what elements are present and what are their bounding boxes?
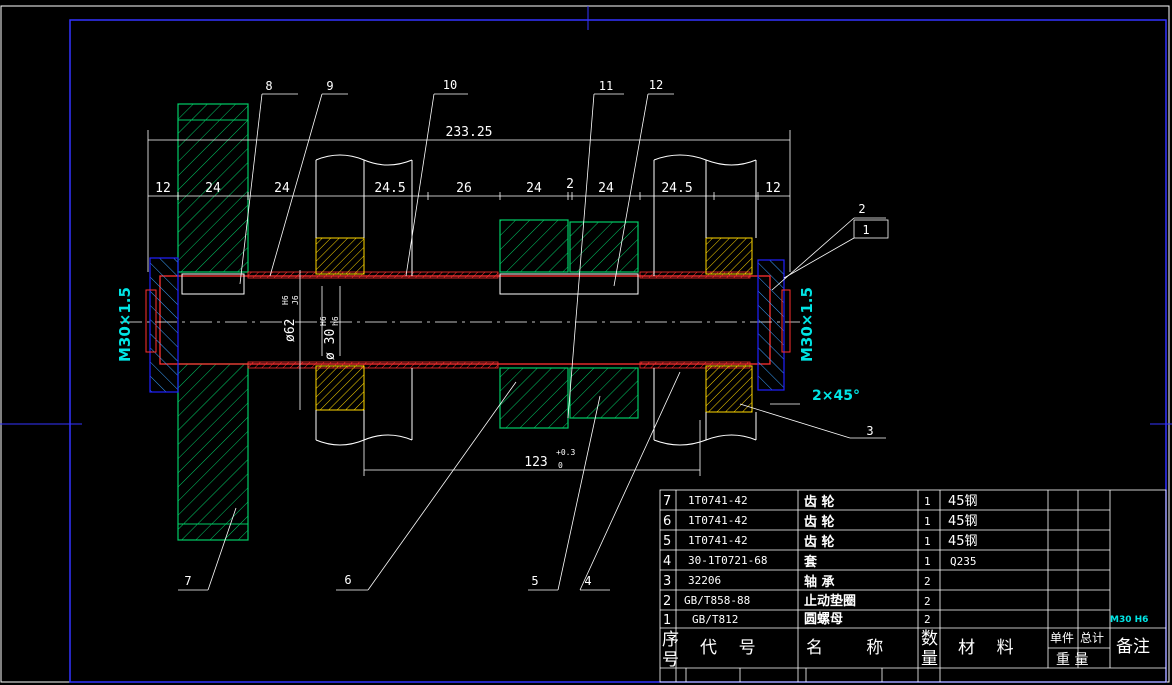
bom-row-qty: 2 bbox=[924, 575, 931, 588]
bom-row-code: 32206 bbox=[688, 574, 721, 587]
bom-row-code: 1T0741-42 bbox=[688, 514, 748, 527]
bom-row: 2 GB/T858-88 止动垫圈 2 bbox=[663, 593, 931, 609]
bom-header-no: 序 bbox=[662, 630, 679, 650]
balloon-7: 7 bbox=[184, 574, 191, 588]
bom-header-total: 总计 bbox=[1080, 631, 1104, 645]
dim-overall: 233.25 bbox=[446, 125, 493, 140]
key-12 bbox=[499, 273, 639, 295]
bom-header-material: 材 料 bbox=[958, 638, 1014, 658]
balloon-10: 10 bbox=[443, 78, 457, 92]
bom-row-name: 齿 轮 bbox=[804, 494, 835, 510]
dim-dia30-fit-bottom: h6 bbox=[331, 316, 340, 326]
dim-tol-lower: 0 bbox=[558, 461, 563, 470]
bom-row-qty: 1 bbox=[924, 535, 931, 548]
bom-row-material: Q235 bbox=[950, 555, 977, 568]
dim-tol-upper: +0.3 bbox=[556, 448, 575, 457]
dim-245-b: 24.5 bbox=[661, 181, 692, 196]
dim-dia62: ø62 bbox=[283, 319, 298, 342]
bom-row-no: 7 bbox=[663, 494, 671, 509]
bom-side-note: M30 H6 bbox=[1110, 615, 1148, 625]
balloon-5: 5 bbox=[531, 574, 538, 588]
balloon-12: 12 bbox=[649, 78, 663, 92]
bom-header-code: 代 号 bbox=[700, 638, 756, 658]
bom-row-no: 5 bbox=[663, 534, 671, 549]
balloon-8: 8 bbox=[265, 79, 272, 93]
bom-row-name: 齿 轮 bbox=[804, 514, 835, 530]
round-nut-left bbox=[145, 257, 179, 393]
bom-row-material: 45钢 bbox=[948, 534, 978, 549]
bom-row-qty: 2 bbox=[924, 613, 931, 626]
bom-row: 1 GB/T812 圆螺母 2 bbox=[663, 611, 931, 628]
dim-24-d: 24 bbox=[598, 181, 614, 196]
assembly-drawing: 233.25 12 24 24 24.5 26 24 2 24 24.5 12 … bbox=[0, 5, 1172, 683]
dim-dia30-fit-top: H6 bbox=[319, 316, 328, 326]
bom-row: 3 32206 轴 承 2 bbox=[663, 574, 931, 590]
bom-header-name: 名 称 bbox=[806, 638, 883, 658]
dim-24-a: 24 bbox=[205, 181, 221, 196]
bom-row-qty: 1 bbox=[924, 495, 931, 508]
round-nut-right bbox=[757, 259, 791, 391]
bom-row-material: 45钢 bbox=[948, 514, 978, 529]
bom-row: 7 1T0741-42 齿 轮 1 45钢 bbox=[663, 494, 978, 510]
bom-row-name: 止动垫圈 bbox=[804, 593, 856, 609]
bom-row-name: 轴 承 bbox=[804, 574, 835, 590]
bom-header-qty: 数 bbox=[921, 629, 938, 649]
bom-row-code: 30-1T0721-68 bbox=[688, 554, 767, 567]
bom-header-no-2: 号 bbox=[662, 650, 679, 670]
bom-row-qty: 1 bbox=[924, 515, 931, 528]
key-8 bbox=[181, 273, 245, 295]
dim-2: 2 bbox=[566, 177, 574, 192]
balloon-1: 1 bbox=[862, 223, 869, 237]
bom-row-no: 1 bbox=[663, 613, 671, 628]
dim-26: 26 bbox=[456, 181, 472, 196]
dim-245-a: 24.5 bbox=[374, 181, 405, 196]
thread-left-label: M30×1.5 bbox=[116, 287, 134, 362]
bom-row-material: 45钢 bbox=[948, 494, 978, 509]
bom-table: 7 1T0741-42 齿 轮 1 45钢 6 1T0741-42 齿 轮 1 … bbox=[659, 489, 1167, 683]
gear-5-middle bbox=[569, 221, 639, 419]
dim-24-b: 24 bbox=[274, 181, 290, 196]
bom-header-qty-2: 量 bbox=[921, 649, 938, 669]
dim-24-c: 24 bbox=[526, 181, 542, 196]
bom-row-name: 圆螺母 bbox=[804, 611, 843, 627]
dim-12-right: 12 bbox=[765, 181, 781, 196]
bom-row-name: 套 bbox=[803, 554, 818, 570]
bom-row: 5 1T0741-42 齿 轮 1 45钢 bbox=[663, 534, 978, 550]
balloon-6: 6 bbox=[344, 573, 351, 587]
bom-row-code: 1T0741-42 bbox=[688, 494, 748, 507]
balloon-4: 4 bbox=[584, 574, 591, 588]
bom-row-no: 2 bbox=[663, 594, 671, 609]
shaft bbox=[120, 271, 800, 369]
dim-dia62-fit-bottom: J6 bbox=[291, 295, 300, 305]
bom-row-name: 齿 轮 bbox=[804, 534, 835, 550]
bom-row-qty: 2 bbox=[924, 595, 931, 608]
bom-row-no: 6 bbox=[663, 514, 671, 529]
balloon-2: 2 bbox=[858, 202, 865, 216]
bom-header-unit: 单件 bbox=[1050, 631, 1074, 645]
balloon-9: 9 bbox=[326, 79, 333, 93]
bom-row: 6 1T0741-42 齿 轮 1 45钢 bbox=[663, 514, 978, 530]
bom-row-no: 4 bbox=[663, 554, 671, 569]
dim-dia30: ø 30 bbox=[323, 329, 338, 360]
gear-6-middle bbox=[499, 219, 569, 429]
bom-row: 4 30-1T0721-68 套 1 Q235 bbox=[663, 554, 977, 570]
bom-row-no: 3 bbox=[663, 574, 671, 589]
bearing-right bbox=[705, 237, 753, 413]
dim-dia62-fit-top: H6 bbox=[281, 295, 290, 305]
balloon-3: 3 bbox=[866, 424, 873, 438]
bom-row-code: 1T0741-42 bbox=[688, 534, 748, 547]
thread-right-label: M30×1.5 bbox=[798, 287, 816, 362]
bom-header-weight: 重 量 bbox=[1056, 652, 1088, 668]
bom-row-code: GB/T858-88 bbox=[684, 594, 750, 607]
dim-12-left: 12 bbox=[155, 181, 171, 196]
chamfer-label: 2×45° bbox=[812, 388, 860, 404]
bom-row-qty: 1 bbox=[924, 555, 931, 568]
bom-header-remark: 备注 bbox=[1116, 637, 1150, 657]
balloon-11: 11 bbox=[599, 79, 613, 93]
dim-123: 123 bbox=[524, 455, 547, 470]
bom-row-code: GB/T812 bbox=[692, 613, 738, 626]
